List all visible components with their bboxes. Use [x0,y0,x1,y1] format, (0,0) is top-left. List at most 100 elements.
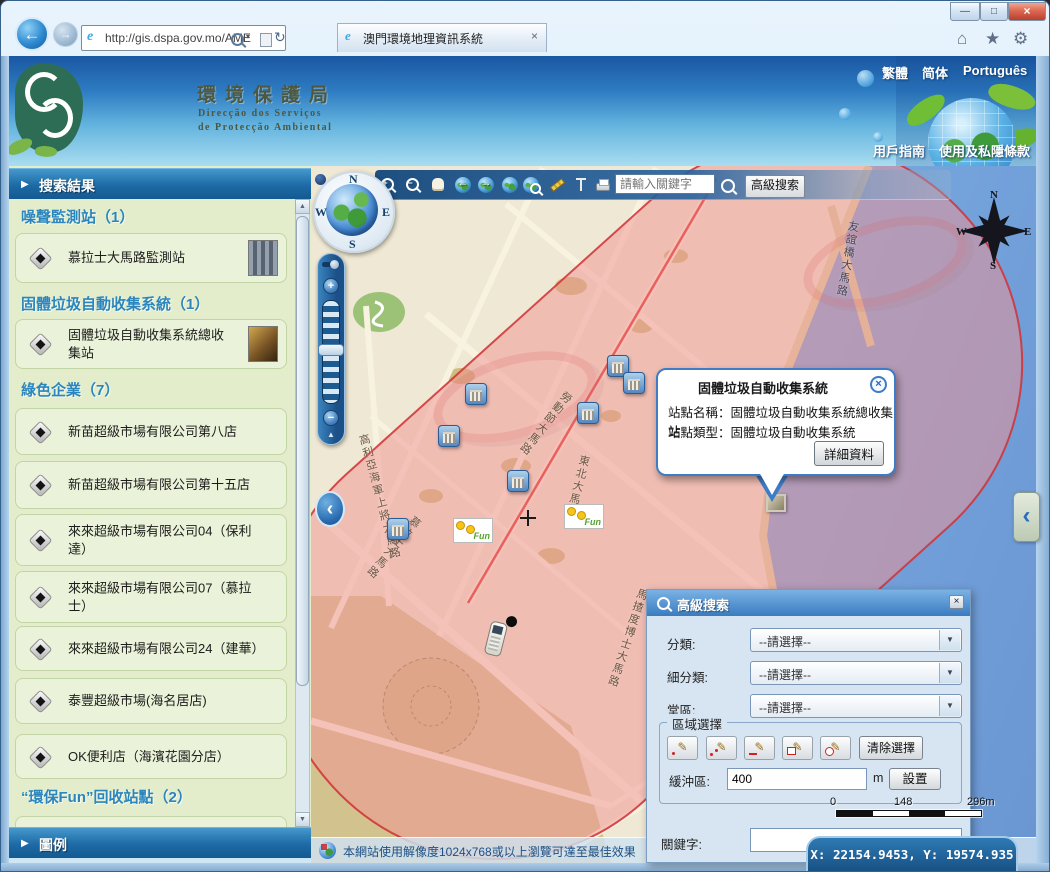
chevron-down-icon[interactable]: ▼ [939,663,960,683]
zoom-ladder-thumb[interactable] [318,344,344,356]
popup-title: 固體垃圾自動收集系統 [658,378,868,397]
search-icon[interactable] [231,33,244,46]
legend-bar[interactable]: ▶ 圖例 [9,827,311,858]
nav-globe-icon[interactable] [326,184,378,236]
zoom-slider-panel[interactable]: + − ▲ [317,253,345,445]
popup-close-icon[interactable]: × [870,376,887,393]
url-text[interactable]: http://gis.dspa.gov.mo/AME [105,31,251,45]
scroll-up-button[interactable]: ▲ [295,199,310,214]
chevron-down-icon[interactable]: ▼ [939,696,960,716]
sidebar-collapse-button[interactable]: ‹ [315,491,345,527]
window-minimize-button[interactable]: — [950,2,980,21]
green-enterprise-marker[interactable] [438,425,460,447]
sidebar-scrollbar-thumb[interactable] [296,216,309,686]
map-scale-bar [836,810,982,817]
print-icon[interactable] [594,176,612,194]
org-name-portuguese-2: de Protecção Ambiental [198,122,332,133]
marker-tool-icon[interactable] [572,176,590,194]
zoom-out-button[interactable]: − [323,410,339,426]
refresh-icon[interactable]: ↻ [274,29,286,46]
compatibility-view-icon[interactable] [260,33,272,47]
measure-icon[interactable] [549,176,567,194]
clear-selection-button[interactable]: 清除選擇 [859,736,923,760]
list-item[interactable]: 泰豐超級市場(海名居店) [15,678,287,724]
terms-privacy-link[interactable]: 使用及私隱條款 [939,141,1030,160]
keyword-search-input[interactable] [615,174,715,194]
lang-traditional-link[interactable]: 繁體 [882,63,908,82]
draw-freehand-tool[interactable]: ✎ [744,736,775,760]
site-photo-thumbnail [248,240,278,276]
green-enterprise-marker[interactable] [623,372,645,394]
category-dropdown[interactable]: --請選擇-- ▼ [750,628,962,652]
list-item[interactable]: 新苗超級市場有限公司第十五店 [15,461,287,509]
user-guide-link[interactable]: 用戶指南 [873,141,925,160]
green-enterprise-marker[interactable] [507,470,529,492]
browser-window: ← → e http://gis.dspa.gov.mo/AME ▾ ↻ e 澳… [0,0,1050,872]
zoom-out-icon[interactable]: − [404,176,422,194]
list-item-label: 新苗超級市場有限公司第八店 [68,423,258,441]
lang-portuguese-link[interactable]: Português [963,63,1027,78]
eco-fun-recycle-marker[interactable]: Fun [453,518,493,543]
full-extent-globe-icon[interactable] [501,176,519,194]
green-enterprise-marker[interactable] [387,518,409,540]
list-item[interactable]: 來來超級市場有限公司07（慕拉士） [15,571,287,623]
right-panel-expand-button[interactable]: ‹ [1013,492,1040,542]
popup-name-label: 站點名稱： [668,406,731,420]
list-item[interactable]: OK便利店（海濱花園分店） [15,734,287,779]
ie-tab-icon: e [345,28,351,44]
list-item[interactable]: 來來超級市場有限公司04（保利達） [15,514,287,566]
address-bar[interactable]: e http://gis.dspa.gov.mo/AME ▾ ↻ [81,25,286,51]
lang-simplified-link[interactable]: 简体 [922,63,948,82]
search-results-title: 搜索結果 [39,176,95,196]
pan-hand-icon[interactable] [429,176,447,194]
buffer-distance-input[interactable] [727,768,867,790]
category-value: --請選擇-- [759,633,811,650]
advanced-search-button[interactable]: 高級搜索 [745,175,805,198]
mini-slider-knob[interactable] [330,260,339,269]
advanced-search-header[interactable]: 高級搜索 × [647,590,970,616]
chevron-down-icon[interactable]: ▾ [246,32,250,41]
scroll-down-button[interactable]: ▼ [295,812,310,827]
favorites-star-icon[interactable]: ★ [985,29,1000,49]
category-label: 分類: [667,634,695,653]
list-item-label: 固體垃圾自動收集系統總收集站 [68,326,228,361]
set-buffer-button[interactable]: 設置 [889,768,941,790]
scale-tick-mid: 148 [894,796,912,808]
scale-tick-end: 296m [967,796,995,808]
browser-back-button[interactable]: ← [15,17,49,51]
diamond-marker-icon [30,691,50,711]
browser-tab[interactable]: e 澳門環境地理資訊系統 × [337,23,547,52]
list-item[interactable]: 新苗超級市場有限公司第八店 [15,408,287,455]
gear-icon[interactable]: ⚙ [1013,29,1028,49]
previous-extent-icon[interactable]: ← [454,176,472,194]
detail-info-button[interactable]: 詳細資料 [814,441,884,466]
search-results-header[interactable]: ▶ 搜索結果 [9,168,311,199]
browser-forward-button[interactable]: → [53,22,78,47]
subcategory-dropdown[interactable]: --請選擇-- ▼ [750,661,962,685]
eco-fun-recycle-marker[interactable]: Fun [564,504,604,529]
parish-dropdown[interactable]: --請選擇-- ▼ [750,694,962,718]
list-item[interactable]: 慕拉士大馬路監測站 [15,233,287,283]
panel-close-button[interactable]: × [949,595,964,609]
window-maximize-button[interactable]: □ [980,2,1008,21]
zoom-to-selection-icon[interactable] [522,176,540,194]
zoom-in-button[interactable]: + [323,278,339,294]
draw-polyline-tool[interactable]: ✎ [706,736,737,760]
green-enterprise-marker[interactable] [465,383,487,405]
tab-close-icon[interactable]: × [531,29,538,43]
home-icon[interactable]: ⌂ [957,29,967,49]
draw-circle-tool[interactable]: ✎ [820,736,851,760]
list-item[interactable]: 固體垃圾自動收集系統總收集站 [15,319,287,369]
search-magnifier-icon[interactable] [719,178,737,196]
green-enterprise-marker[interactable] [577,402,599,424]
draw-rectangle-tool[interactable]: ✎ [782,736,813,760]
chevron-down-icon[interactable]: ▼ [939,630,960,650]
collapse-up-icon[interactable]: ▲ [327,430,335,439]
legend-title: 圖例 [39,835,67,855]
map-navigation-widget[interactable]: N E S W [311,169,399,257]
list-item[interactable]: 來來超級市場有限公司24（建華） [15,626,287,671]
window-close-button[interactable]: × [1008,2,1046,21]
draw-point-tool[interactable]: ✎ [667,736,698,760]
next-extent-icon[interactable]: → [477,176,495,194]
window-border-right [1036,56,1050,863]
